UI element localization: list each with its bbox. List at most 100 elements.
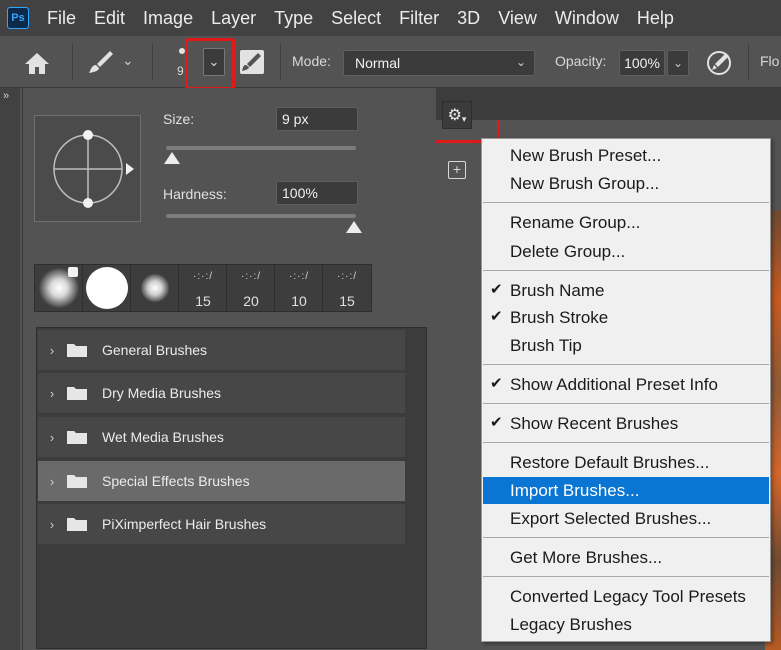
chevron-right-icon[interactable]: › xyxy=(38,386,66,401)
menu-separator xyxy=(483,537,769,538)
opacity-label: Opacity: xyxy=(555,53,607,69)
pressure-badge-icon xyxy=(68,267,78,277)
toggle-brush-panel-icon[interactable] xyxy=(238,48,266,76)
brush-preset-dropdown[interactable]: ⌄ xyxy=(203,48,225,76)
menu-layer[interactable]: Layer xyxy=(211,8,256,29)
menu-legacy-brushes[interactable]: Legacy Brushes xyxy=(483,611,769,638)
recent-brush-soft-small[interactable] xyxy=(131,265,179,311)
panel-settings-button[interactable]: ⚙ ▾ xyxy=(442,101,472,129)
size-slider-track[interactable] xyxy=(166,146,356,150)
menu-help[interactable]: Help xyxy=(637,8,674,29)
brush-group-name: Dry Media Brushes xyxy=(102,385,222,401)
menu-bar: Ps File Edit Image Layer Type Select Fil… xyxy=(0,0,781,36)
mode-select[interactable]: Normal ⌄ xyxy=(343,50,535,76)
hardness-label: Hardness: xyxy=(163,186,227,202)
recent-brush-spatter-15[interactable]: ·:·:/ 15 xyxy=(179,265,227,311)
chevron-down-icon[interactable]: ⌄ xyxy=(122,52,134,69)
photoshop-logo-icon: Ps xyxy=(7,7,29,29)
menu-brush-stroke[interactable]: ✔ Brush Stroke xyxy=(483,304,769,331)
recent-brush-hard-round[interactable] xyxy=(83,265,131,311)
brush-tool-icon[interactable] xyxy=(86,48,116,76)
menu-brush-name[interactable]: ✔ Brush Name xyxy=(483,277,769,304)
brush-panel-menu: New Brush Preset... New Brush Group... R… xyxy=(481,138,771,642)
menu-show-recent-brushes[interactable]: ✔ Show Recent Brushes xyxy=(483,410,769,437)
menu-show-additional-preset-info[interactable]: ✔ Show Additional Preset Info xyxy=(483,371,769,398)
menu-filter[interactable]: Filter xyxy=(399,8,439,29)
menu-export-selected-brushes[interactable]: Export Selected Brushes... xyxy=(483,505,769,532)
menu-edit[interactable]: Edit xyxy=(94,8,125,29)
recent-brush-soft-round[interactable] xyxy=(35,265,83,311)
hardness-slider-track[interactable] xyxy=(166,214,356,218)
home-icon[interactable] xyxy=(22,50,52,76)
new-group-icon[interactable]: + xyxy=(448,161,466,179)
divider xyxy=(152,44,153,80)
menu-get-more-brushes[interactable]: Get More Brushes... xyxy=(483,544,769,571)
brush-size-number: 10 xyxy=(291,293,307,309)
recent-brush-spatter-10[interactable]: ·:·:/ 10 xyxy=(275,265,323,311)
menu-rename-group[interactable]: Rename Group... xyxy=(483,209,769,236)
brush-group-name: Special Effects Brushes xyxy=(102,473,250,489)
checkmark-icon: ✔ xyxy=(490,414,503,431)
brush-angle-icon[interactable] xyxy=(35,116,142,223)
hard-brush-icon xyxy=(86,267,128,309)
folder-icon xyxy=(67,475,87,488)
menu-3d[interactable]: 3D xyxy=(457,8,480,29)
menu-window[interactable]: Window xyxy=(555,8,619,29)
checkmark-icon: ✔ xyxy=(490,281,503,298)
menu-separator xyxy=(483,403,769,404)
opacity-input[interactable]: 100% xyxy=(619,50,665,76)
menu-delete-group[interactable]: Delete Group... xyxy=(483,238,769,265)
menu-converted-legacy-tool-presets[interactable]: Converted Legacy Tool Presets xyxy=(483,583,769,610)
brush-group-row-selected[interactable]: › Special Effects Brushes xyxy=(38,461,405,501)
brush-group-row[interactable]: › PiXimperfect Hair Brushes xyxy=(38,504,405,544)
menu-separator xyxy=(483,364,769,365)
brush-tip-preview[interactable] xyxy=(34,115,141,222)
menu-select[interactable]: Select xyxy=(331,8,381,29)
mode-label: Mode: xyxy=(292,53,331,69)
opacity-dropdown[interactable]: ⌄ xyxy=(667,50,689,76)
size-input[interactable]: 9 px xyxy=(276,107,358,131)
menu-item-label: Show Recent Brushes xyxy=(510,413,679,433)
menu-new-brush-preset[interactable]: New Brush Preset... xyxy=(483,142,769,169)
chevron-down-icon: ▾ xyxy=(461,113,467,124)
size-label: Size: xyxy=(163,111,195,127)
brush-dot-icon xyxy=(179,48,185,54)
menu-type[interactable]: Type xyxy=(274,8,313,29)
recent-brush-spatter-15b[interactable]: ·:·:/ 15 xyxy=(323,265,371,311)
mode-value: Normal xyxy=(355,55,401,71)
recent-brush-spatter-20[interactable]: ·:·:/ 20 xyxy=(227,265,275,311)
menu-item-label: Brush Stroke xyxy=(510,307,609,327)
menu-view[interactable]: View xyxy=(498,8,537,29)
divider xyxy=(748,44,749,80)
chevron-right-icon[interactable]: › xyxy=(38,517,66,532)
brush-size-preview[interactable]: 9 xyxy=(175,44,191,82)
pressure-opacity-icon[interactable] xyxy=(705,49,733,77)
menu-restore-default-brushes[interactable]: Restore Default Brushes... xyxy=(483,449,769,476)
chevron-right-icon[interactable]: › xyxy=(38,430,66,445)
tools-strip: » xyxy=(0,88,20,650)
spatter-brush-icon: ·:·:/ xyxy=(289,271,309,282)
menu-file[interactable]: File xyxy=(47,8,76,29)
menu-image[interactable]: Image xyxy=(143,8,193,29)
menu-new-brush-group[interactable]: New Brush Group... xyxy=(483,170,769,197)
expand-panels-icon[interactable]: » xyxy=(3,90,9,102)
divider xyxy=(280,44,281,80)
menu-item-label: Show Additional Preset Info xyxy=(510,374,718,394)
brush-group-row[interactable]: › Wet Media Brushes xyxy=(38,417,405,457)
soft-brush-icon xyxy=(141,274,169,302)
spatter-brush-icon: ·:·:/ xyxy=(193,271,213,282)
chevron-right-icon[interactable]: › xyxy=(38,343,66,358)
chevron-right-icon[interactable]: › xyxy=(38,474,66,489)
flow-label: Flo xyxy=(760,53,780,69)
brush-group-row[interactable]: › Dry Media Brushes xyxy=(38,373,405,413)
menu-separator xyxy=(483,270,769,271)
hardness-input[interactable]: 100% xyxy=(276,181,358,205)
menu-import-brushes[interactable]: Import Brushes... xyxy=(483,477,769,504)
brush-groups-list: › General Brushes › Dry Media Brushes › … xyxy=(36,327,427,649)
spatter-brush-icon: ·:·:/ xyxy=(241,271,261,282)
hardness-slider-thumb[interactable] xyxy=(346,221,362,233)
brush-size-number: 15 xyxy=(195,293,211,309)
brush-group-row[interactable]: › General Brushes xyxy=(38,330,405,370)
menu-brush-tip[interactable]: Brush Tip xyxy=(483,332,769,359)
size-slider-thumb[interactable] xyxy=(164,152,180,164)
